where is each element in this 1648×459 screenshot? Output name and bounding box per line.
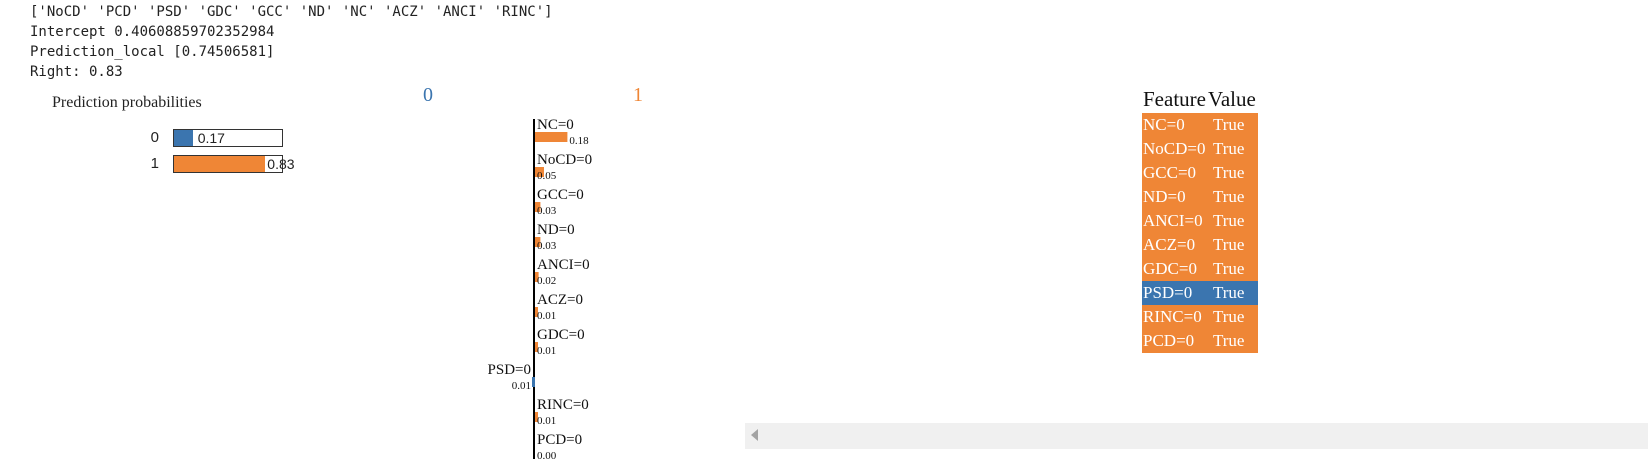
table-row: GCC=0 True [1142, 161, 1259, 185]
table-row: GDC=0 True [1142, 257, 1259, 281]
feature-cell: RINC=0 [1143, 307, 1202, 326]
table-row: ACZ=0 True [1142, 233, 1259, 257]
feature-weight-value: 0.18 [569, 135, 589, 147]
scroll-left-arrow-icon[interactable] [751, 429, 758, 441]
value-cell: True [1212, 307, 1245, 326]
class-0-label: 0 [423, 84, 433, 106]
horizontal-scrollbar[interactable] [745, 423, 1648, 449]
feature-weights-chart: 0 1 NC=0 0.18 NoCD=0 0.05 GCC=0 0.03 ND=0 0.03 A… [423, 84, 643, 459]
feature-cell: GDC=0 [1143, 259, 1197, 278]
feature-weight-value: 0.01 [512, 380, 531, 392]
value-cell: True [1212, 211, 1245, 230]
feature-label: NC=0 [537, 117, 574, 133]
feature-value-table-container: Feature Value NC=0 True NoCD=0 True GCC=0 Tru… [1142, 85, 1259, 353]
feature-label: GCC=0 [537, 187, 584, 203]
feature-cell: NC=0 [1143, 115, 1185, 134]
table-row: PSD=0 True [1142, 281, 1259, 305]
feature-weight-value: 0.05 [537, 170, 557, 182]
table-row: NoCD=0 True [1142, 137, 1259, 161]
value-cell: True [1212, 187, 1245, 206]
value-cell: True [1212, 331, 1245, 350]
table-row: NC=0 True [1142, 113, 1259, 137]
feature-weight-value: 0.00 [537, 450, 557, 459]
feature-weight-value: 0.01 [537, 345, 556, 357]
value-cell: True [1212, 115, 1245, 134]
table-row: ND=0 True [1142, 185, 1259, 209]
feature-weight-value: 0.02 [537, 275, 556, 287]
feature-cell: PCD=0 [1143, 331, 1195, 350]
feature-cell: ACZ=0 [1143, 235, 1196, 254]
feature-cell: ANCI=0 [1143, 211, 1203, 230]
feature-weight-bar [532, 377, 535, 387]
feature-value-table: Feature Value NC=0 True NoCD=0 True GCC=0 Tru… [1142, 85, 1259, 353]
feature-label: NoCD=0 [537, 152, 592, 168]
feature-label: ACZ=0 [537, 292, 583, 308]
feature-weight-value: 0.01 [537, 415, 556, 427]
feature-cell: PSD=0 [1143, 283, 1193, 302]
value-column-header: Value [1207, 86, 1256, 111]
value-cell: True [1212, 283, 1245, 302]
feature-cell: GCC=0 [1143, 163, 1197, 182]
table-row: ANCI=0 True [1142, 209, 1259, 233]
feature-label: ND=0 [537, 222, 575, 238]
value-cell: True [1212, 235, 1245, 254]
feature-cell: NoCD=0 [1143, 139, 1206, 158]
class-1-label: 1 [633, 84, 643, 106]
feature-label: RINC=0 [537, 397, 589, 413]
table-row: PCD=0 True [1142, 329, 1259, 353]
feature-label: PSD=0 [488, 362, 531, 378]
feature-weight-value: 0.01 [537, 310, 556, 322]
feature-cell: ND=0 [1143, 187, 1186, 206]
feature-label: GDC=0 [537, 327, 585, 343]
feature-weight-value: 0.03 [537, 240, 557, 252]
feature-weight-bar [535, 132, 568, 142]
feature-column-header: Feature [1143, 86, 1206, 111]
feature-label: PCD=0 [537, 432, 582, 448]
value-cell: True [1212, 139, 1245, 158]
feature-label: ANCI=0 [537, 257, 590, 273]
feature-weight-value: 0.03 [537, 205, 557, 217]
table-row: RINC=0 True [1142, 305, 1259, 329]
value-cell: True [1212, 163, 1245, 182]
table-header-row: Feature Value [1142, 85, 1258, 113]
value-cell: True [1212, 259, 1245, 278]
